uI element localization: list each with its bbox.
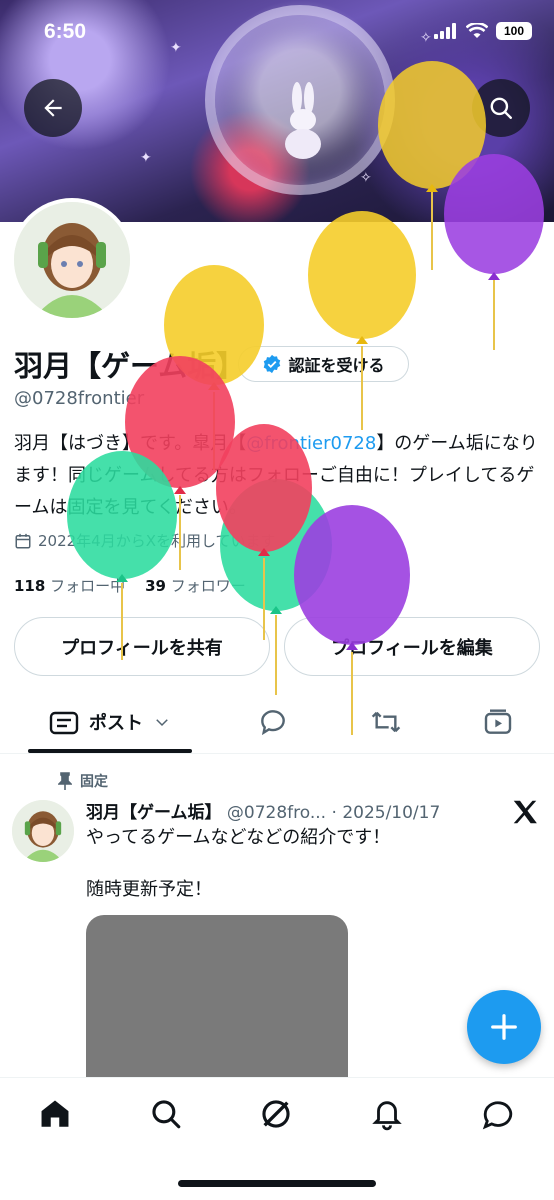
nav-messages[interactable] — [478, 1094, 518, 1134]
banner-rabbit — [285, 82, 321, 159]
post-handle[interactable]: @0728fro... — [227, 803, 326, 823]
messages-icon — [482, 1101, 513, 1130]
post-text: やってるゲームなどなどの紹介です！ 随時更新予定！ — [86, 827, 391, 900]
following-label: フォロー中 — [50, 577, 126, 595]
search-button[interactable] — [472, 79, 530, 137]
profile-avatar[interactable] — [10, 198, 134, 322]
post-avatar[interactable] — [12, 800, 74, 862]
get-verified-button[interactable]: 認証を受ける — [238, 346, 409, 382]
wifi-icon — [466, 23, 488, 38]
reply-icon — [261, 710, 285, 736]
status-bar: 6:50 100 — [0, 0, 554, 62]
followers-link[interactable]: 39 フォロワー — [145, 575, 246, 596]
arrow-left-icon — [44, 99, 62, 117]
avatar-image — [14, 202, 130, 318]
signal-icon — [434, 23, 456, 39]
tab-media[interactable] — [470, 692, 526, 752]
edit-profile-button[interactable]: プロフィールを編集 — [284, 617, 540, 676]
x-logo-icon[interactable] — [510, 797, 540, 827]
compose-button[interactable] — [467, 990, 541, 1064]
post-media-image[interactable] — [86, 915, 348, 1085]
profile-bio: 羽月【はづき】です。皐月【@frontier0728】のゲーム垢になります！同じ… — [14, 428, 544, 524]
tab-posts-label: ポスト — [89, 713, 143, 734]
nav-search[interactable] — [146, 1094, 186, 1134]
post-author[interactable]: 羽月【ゲーム垢】 — [86, 803, 222, 823]
tab-posts[interactable]: ポスト — [28, 692, 192, 753]
tab-replies[interactable] — [245, 692, 301, 752]
calendar-icon — [15, 533, 31, 548]
get-verified-label: 認証を受ける — [288, 356, 385, 375]
nav-notifications[interactable] — [367, 1094, 407, 1134]
post-separator: · — [331, 803, 337, 823]
battery-icon: 100 — [496, 22, 532, 40]
followers-label: フォロワー — [170, 577, 246, 595]
verified-badge-icon — [264, 354, 281, 374]
post-date[interactable]: 2025/10/17 — [342, 803, 440, 823]
followers-count: 39 — [145, 577, 166, 595]
search-icon — [152, 1100, 181, 1129]
post-header: 羽月【ゲーム垢】 @0728fro... · 2025/10/17 — [86, 798, 440, 823]
tab-reposts[interactable] — [358, 692, 414, 752]
nav-home[interactable] — [35, 1094, 75, 1134]
following-count: 118 — [14, 577, 46, 595]
posts-icon — [49, 711, 79, 735]
pinned-label: 固定 — [80, 774, 108, 790]
home-icon — [41, 1100, 69, 1127]
plus-icon — [491, 1014, 517, 1040]
status-time: 6:50 — [44, 20, 87, 43]
balloon-icon — [308, 211, 416, 430]
sparkle-icon: ✧ — [360, 170, 372, 186]
bell-icon — [372, 1101, 402, 1131]
search-icon — [490, 97, 512, 119]
repost-icon — [371, 711, 401, 733]
video-icon — [484, 709, 512, 734]
grok-icon — [262, 1100, 290, 1128]
follow-stats: 118 フォロー中 39 フォロワー — [14, 575, 246, 596]
back-button[interactable] — [24, 79, 82, 137]
profile-tabs: ポスト — [0, 692, 554, 754]
sparkle-icon: ✦ — [140, 150, 152, 166]
pin-icon — [58, 772, 72, 790]
joined-text: 2022年4月からXを利用しています — [38, 532, 276, 550]
share-profile-button[interactable]: プロフィールを共有 — [14, 617, 270, 676]
following-link[interactable]: 118 フォロー中 — [14, 575, 125, 596]
bio-mention-link[interactable]: @frontier0728 — [246, 433, 376, 454]
bio-text: 羽月【はづき】です。皐月【 — [14, 433, 247, 454]
pinned-indicator: 固定 — [58, 771, 108, 791]
active-tab-indicator — [28, 749, 192, 753]
status-icons: 100 — [434, 22, 532, 40]
profile-name: 羽月【ゲーム垢】 — [14, 349, 246, 383]
chevron-down-icon — [156, 719, 168, 727]
home-indicator — [178, 1180, 376, 1187]
joined-date: 2022年4月からXを利用しています — [14, 530, 276, 551]
nav-grok[interactable] — [256, 1094, 296, 1134]
profile-handle: @0728frontier — [14, 388, 145, 409]
